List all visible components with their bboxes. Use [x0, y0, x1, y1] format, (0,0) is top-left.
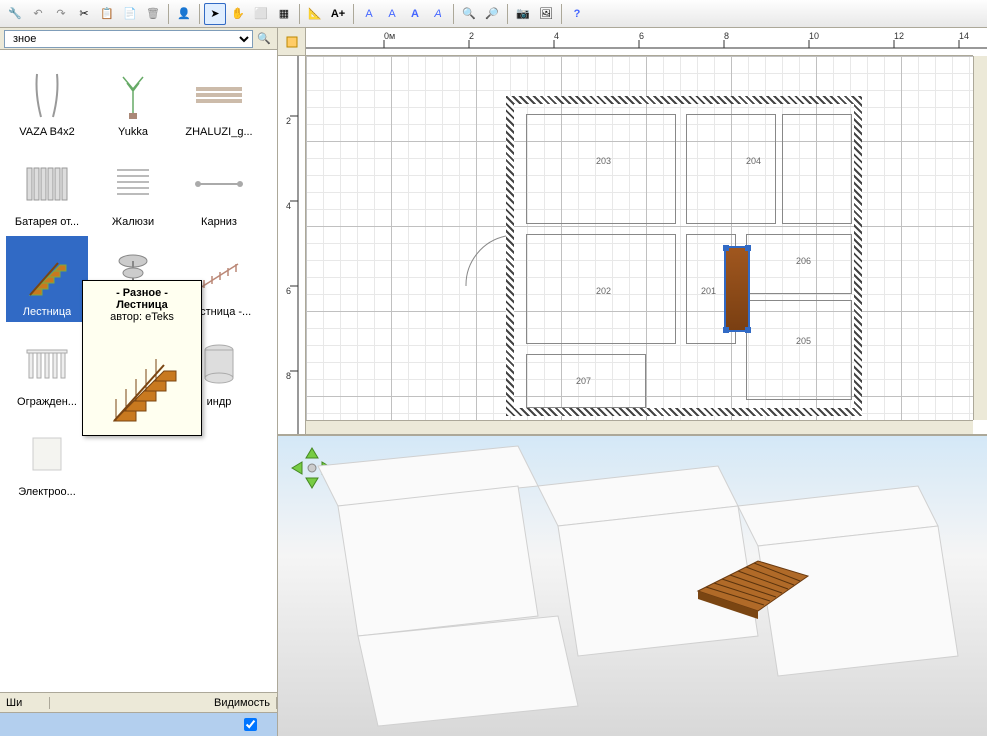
3d-walls [278, 436, 987, 736]
text-tool-icon[interactable]: A+ [327, 3, 349, 25]
catalog-item-zhaluzi[interactable]: ZHALUZI_g... [178, 56, 260, 142]
plan-view[interactable]: 0м 2 4 6 8 10 12 14 2 4 6 8 10 [278, 28, 987, 436]
catalog-item-yukka[interactable]: Yukka [92, 56, 174, 142]
wall-tool-icon[interactable]: ⬜ [250, 3, 272, 25]
catalog-item-fence[interactable]: Огражден... [6, 326, 88, 412]
catalog-item-blinds[interactable]: Жалюзи [92, 146, 174, 232]
catalog-item-battery[interactable]: Батарея от... [6, 146, 88, 232]
pan-tool-icon[interactable]: ✋ [227, 3, 249, 25]
horizontal-ruler: 0м 2 4 6 8 10 12 14 [306, 28, 973, 56]
plan-scrollbar-v[interactable] [973, 56, 987, 420]
plan-scrollbar-h[interactable] [306, 420, 973, 434]
furniture-tooltip: - Разное - Лестница автор: eTeks [82, 280, 202, 436]
catalog-item-electro[interactable]: Электроо... [6, 416, 88, 502]
ruler-origin-icon[interactable] [278, 28, 306, 56]
room-tool-icon[interactable]: ▦ [273, 3, 295, 25]
zoom-out-icon[interactable]: 🔎 [481, 3, 503, 25]
text-decrease-icon[interactable]: A [381, 3, 403, 25]
add-furniture-icon[interactable]: 👤 [173, 3, 195, 25]
cut-icon[interactable]: ✂ [73, 3, 95, 25]
text-bold-icon[interactable]: A [404, 3, 426, 25]
visibility-checkbox[interactable] [244, 718, 257, 731]
3d-view[interactable] [278, 436, 987, 736]
furniture-props-row[interactable] [0, 712, 277, 736]
catalog-item-vaza[interactable]: VAZA B4x2 [6, 56, 88, 142]
plan-canvas[interactable]: 203 204 202 201 206 205 207 [306, 56, 973, 420]
floorplan: 203 204 202 201 206 205 207 [486, 86, 886, 420]
paste-icon[interactable]: 📄 [119, 3, 141, 25]
tooltip-preview-icon [102, 329, 182, 429]
furniture-props-header: Ши Видимость [0, 692, 277, 712]
zoom-in-icon[interactable]: 🔍 [458, 3, 480, 25]
selected-staircase[interactable] [724, 246, 750, 332]
redo-icon[interactable]: ↷ [50, 3, 72, 25]
text-italic-icon[interactable]: A [427, 3, 449, 25]
vertical-ruler: 2 4 6 8 10 [278, 56, 306, 434]
catalog-item-stairs-selected[interactable]: Лестница [6, 236, 88, 322]
search-icon[interactable]: 🔍 [255, 30, 273, 48]
select-tool-icon[interactable]: ➤ [204, 3, 226, 25]
camera-icon[interactable]: 📷 [512, 3, 534, 25]
delete-icon[interactable]: 🗑 [142, 3, 164, 25]
help-icon[interactable]: ? [566, 3, 588, 25]
wrench-icon[interactable]: 🔧 [4, 3, 26, 25]
category-dropdown[interactable]: зное [4, 30, 253, 48]
main-toolbar: 🔧 ↶ ↷ ✂ 📋 📄 🗑 👤 ➤ ✋ ⬜ ▦ 📐 A+ A A A A 🔍 🔎… [0, 0, 987, 28]
photo-icon[interactable]: 🖼 [535, 3, 557, 25]
dimension-tool-icon[interactable]: 📐 [304, 3, 326, 25]
undo-icon[interactable]: ↶ [27, 3, 49, 25]
text-increase-icon[interactable]: A [358, 3, 380, 25]
catalog-item-cornice[interactable]: Карниз [178, 146, 260, 232]
copy-icon[interactable]: 📋 [96, 3, 118, 25]
